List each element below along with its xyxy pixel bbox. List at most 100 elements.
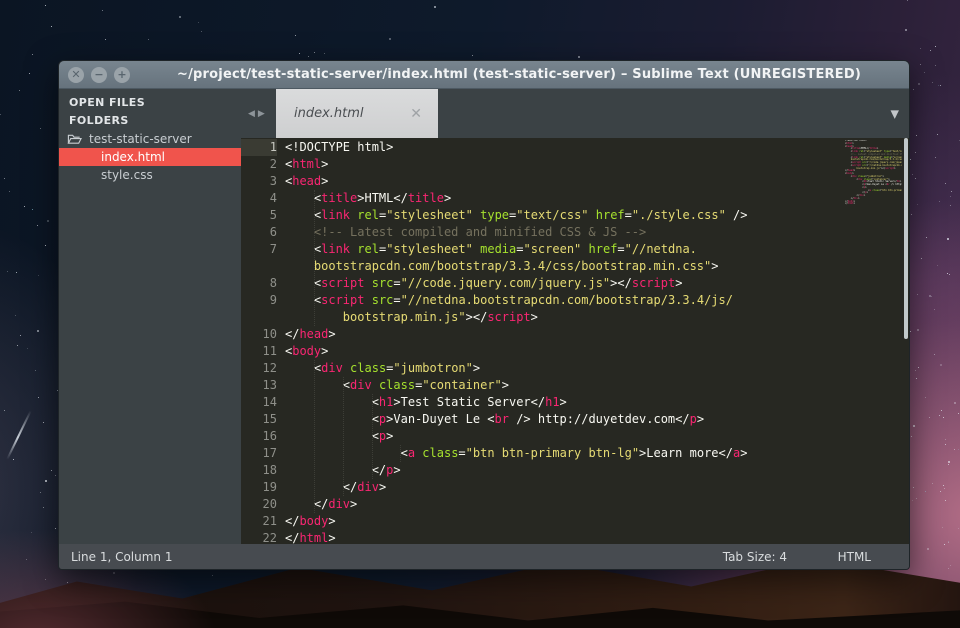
code-text: <body> [277,343,328,360]
window-title: ~/project/test-static-server/index.html … [59,67,909,82]
title-bar[interactable]: ✕ − + ~/project/test-static-server/index… [59,61,909,89]
code-text: <div class="jumbotron"> [277,360,480,377]
code-line[interactable]: 19 </div> [241,479,909,496]
code-text: <html> [277,156,328,173]
tab-label: index.html [294,106,364,121]
code-editor[interactable]: 1<!DOCTYPE html>2<html>3<head>4 <title>H… [241,138,909,544]
code-text: </p> [277,462,401,479]
indent-guide [314,360,315,513]
line-number: 6 [241,224,277,241]
line-number: 11 [241,343,277,360]
window-controls: ✕ − + [68,67,130,83]
indent-guide [343,377,344,496]
code-text: </div> [277,479,386,496]
code-line[interactable]: 14 <h1>Test Static Server</h1> [241,394,909,411]
syntax-indicator[interactable]: HTML [838,550,871,564]
minimize-window-icon[interactable]: − [91,67,107,83]
minimap-content: <!DOCTYPE html><html><head> <title>HTML<… [844,140,902,206]
cursor-position[interactable]: Line 1, Column 1 [71,550,173,564]
line-number: 9 [241,292,277,309]
code-text: </body> [277,513,336,530]
line-number: 2 [241,156,277,173]
line-number: 20 [241,496,277,513]
code-text: </head> [277,326,336,343]
code-text: <div class="container"> [277,377,509,394]
tab-close-icon[interactable]: ✕ [410,106,422,122]
tab-bar: ◀▶ index.html ✕ ▼ [241,89,909,138]
line-number: 13 [241,377,277,394]
code-line[interactable]: 1<!DOCTYPE html> [241,139,909,156]
code-line[interactable]: 5 <link rel="stylesheet" type="text/css"… [241,207,909,224]
code-line[interactable]: 8 <script src="//code.jquery.com/jquery.… [241,275,909,292]
indent-guide [400,445,401,462]
tab-index-html[interactable]: index.html ✕ [276,89,438,138]
line-number: 8 [241,275,277,292]
tab-scroll-arrows[interactable]: ◀▶ [248,109,268,119]
code-line[interactable]: 2<html> [241,156,909,173]
code-text: <script src="//netdna.bootstrapcdn.com/b… [277,292,733,309]
line-number: 16 [241,428,277,445]
code-text: bootstrap.min.js"></script> [277,309,538,326]
sidebar-item-style.css[interactable]: style.css [59,166,241,184]
tab-overflow-icon[interactable]: ▼ [891,107,899,120]
minimap[interactable]: <!DOCTYPE html><html><head> <title>HTML<… [844,140,902,207]
code-text: <script src="//code.jquery.com/jquery.js… [277,275,682,292]
line-number [241,309,277,326]
code-line[interactable]: 18 </p> [241,462,909,479]
code-text: <link rel="stylesheet" media="screen" hr… [277,241,697,258]
tab-scroll-right-icon[interactable]: ▶ [258,109,268,119]
code-text: bootstrapcdn.com/bootstrap/3.3.4/css/boo… [277,258,719,275]
line-number: 15 [241,411,277,428]
line-number: 21 [241,513,277,530]
code-line[interactable]: 6 <!-- Latest compiled and minified CSS … [241,224,909,241]
code-line[interactable]: 20 </div> [241,496,909,513]
code-line[interactable]: 16 <p> [241,428,909,445]
code-text: </div> [277,496,357,513]
open-files-header[interactable]: OPEN FILES [59,94,241,112]
vertical-scrollbar[interactable] [904,138,908,339]
line-number: 22 [241,530,277,544]
code-line[interactable]: 17 <a class="btn btn-primary btn-lg">Lea… [241,445,909,462]
code-text: <title>HTML</title> [277,190,451,207]
code-text: <p> [277,428,393,445]
code-line[interactable]: 11<body> [241,343,909,360]
sidebar-folder-test-static-server[interactable]: test-static-server [59,130,241,148]
line-number [241,258,277,275]
sidebar-file-list: index.htmlstyle.css [59,148,241,184]
line-number: 1 [241,139,277,156]
code-line[interactable]: bootstrap.min.js"></script> [241,309,909,326]
code-text: <p>Van-Duyet Le <br /> http://duyetdev.c… [277,411,704,428]
open-folder-icon [67,133,82,145]
code-text: </html> [844,203,855,206]
code-lines: 1<!DOCTYPE html>2<html>3<head>4 <title>H… [241,139,909,544]
line-number: 10 [241,326,277,343]
folders-header[interactable]: FOLDERS [59,112,241,130]
code-line[interactable]: 7 <link rel="stylesheet" media="screen" … [241,241,909,258]
code-line[interactable]: 9 <script src="//netdna.bootstrapcdn.com… [241,292,909,309]
tab-size-indicator[interactable]: Tab Size: 4 [723,550,787,564]
code-line[interactable]: 22</html> [241,530,909,544]
code-line[interactable]: 21</body> [241,513,909,530]
code-line[interactable]: 4 <title>HTML</title> [241,190,909,207]
tab-scroll-left-icon[interactable]: ◀ [248,109,258,119]
meteor-streak [6,410,31,459]
desktop: ✕ − + ~/project/test-static-server/index… [0,0,960,628]
close-window-icon[interactable]: ✕ [68,67,84,83]
line-number: 5 [241,207,277,224]
code-text: </html> [277,530,336,544]
sidebar-item-index.html[interactable]: index.html [59,148,241,166]
sublime-text-window: ✕ − + ~/project/test-static-server/index… [58,60,910,570]
indent-guide [314,190,315,326]
code-line[interactable]: 12 <div class="jumbotron"> [241,360,909,377]
code-line[interactable]: 13 <div class="container"> [241,377,909,394]
line-number: 17 [241,445,277,462]
code-text: <!DOCTYPE html> [277,139,393,156]
code-line[interactable]: 15 <p>Van-Duyet Le <br /> http://duyetde… [241,411,909,428]
line-number: 4 [241,190,277,207]
code-line[interactable]: 10</head> [241,326,909,343]
code-line[interactable]: 3<head> [241,173,909,190]
code-line[interactable]: bootstrapcdn.com/bootstrap/3.3.4/css/boo… [241,258,909,275]
code-text: <h1>Test Static Server</h1> [277,394,567,411]
maximize-window-icon[interactable]: + [114,67,130,83]
code-text: <link rel="stylesheet" type="text/css" h… [277,207,748,224]
